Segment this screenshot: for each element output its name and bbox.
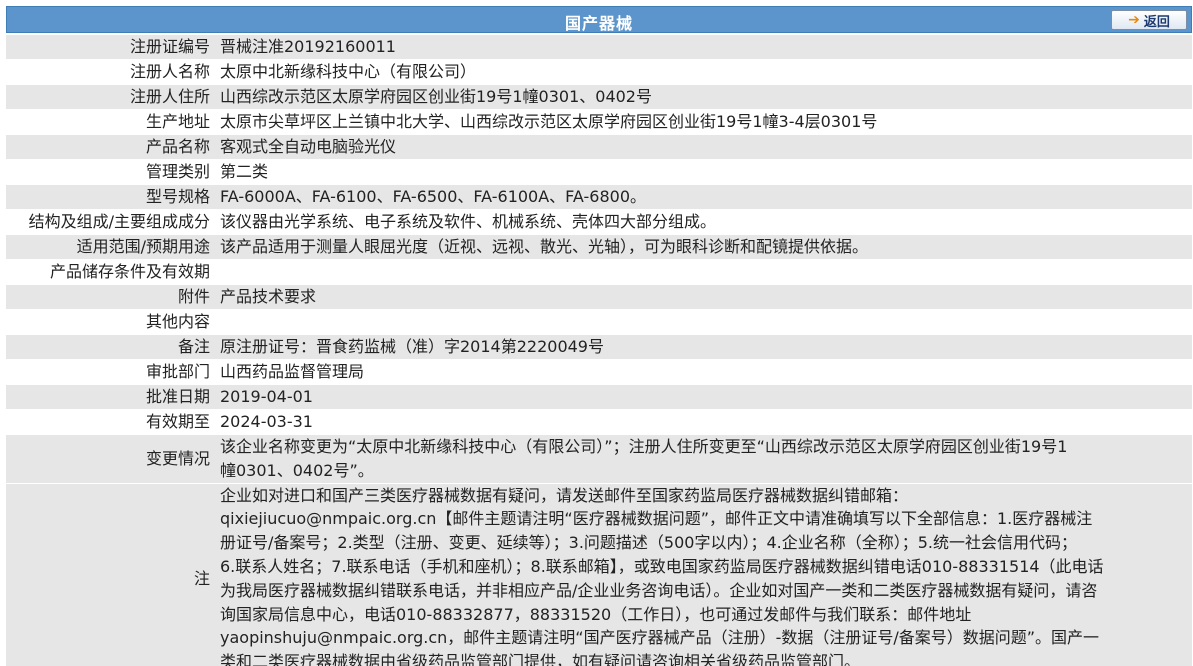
back-button-label: 返回 [1143,14,1170,30]
field-label: 附件 [6,285,215,309]
table-row: 生产地址 太原市尖草坪区上兰镇中北大学、山西综改示范区太原学府园区创业街19号1… [6,110,1192,134]
field-label: 注册人名称 [6,60,215,84]
note-line: 册证号/备案号；2.类型（注册、变更、延续等）；3.问题描述（500字以内）；4… [220,533,1077,553]
field-label: 型号规格 [6,185,215,209]
field-label: 备注 [6,335,215,359]
field-value: 第二类 [215,160,1192,184]
table-row: 产品储存条件及有效期 [6,260,1192,284]
note-line: qixiejiucuo@nmpaic.org.cn【邮件主题请注明“医疗器械数据… [220,509,1093,529]
field-value: FA-6000A、FA-6100、FA-6500、FA-6100A、FA-680… [215,185,1192,209]
field-value: 山西药品监督管理局 [215,360,1192,384]
field-label: 变更情况 [6,435,215,483]
note-line: 6.联系人姓名；7.联系电话（手机和座机）；8.联系邮箱】，或致电国家药监局医疗… [220,556,1104,576]
table-row: 产品名称 客观式全自动电脑验光仪 [6,135,1192,159]
field-value: 2019-04-01 [215,385,1192,409]
field-value: 2024-03-31 [215,410,1192,434]
field-label: 管理类别 [6,160,215,184]
change-row: 变更情况 该企业名称变更为“太原中北新缘科技中心（有限公司）”；注册人住所变更至… [6,435,1192,483]
field-value [215,310,1192,334]
field-value: 该仪器由光学系统、电子系统及软件、机械系统、壳体四大部分组成。 [215,210,1192,234]
note-line: 询国家局信息中心，电话010-88332877，88331520（工作日），也可… [220,604,972,624]
field-label: 产品储存条件及有效期 [6,260,215,284]
note-line: 类和二类医疗器械数据由省级药品监管部门提供，如有疑问请咨询相关省级药品监管部门。 [220,652,861,666]
field-label: 注册证编号 [6,35,215,59]
note-line: yaopinshuju@nmpaic.org.cn，邮件主题请注明“国产医疗器械… [220,628,1100,648]
field-value: 该产品适用于测量人眼屈光度（近视、远视、散光、光轴），可为眼科诊断和配镜提供依据… [215,235,1192,259]
page: 国产器械 ➔ 返回 注册证编号 晋械注准20192160011 注册人名称 太原… [0,0,1193,666]
field-value: 产品技术要求 [215,285,1192,309]
table-row: 注册人住所 山西综改示范区太原学府园区创业街19号1幢0301、0402号 [6,85,1192,109]
field-label: 其他内容 [6,310,215,334]
field-value: 晋械注准20192160011 [215,35,1192,59]
table-row: 其他内容 [6,310,1192,334]
table-row: 备注 原注册证号：晋食药监械（准）字2014第2220049号 [6,335,1192,359]
field-value: 原注册证号：晋食药监械（准）字2014第2220049号 [215,335,1192,359]
field-value: 太原市尖草坪区上兰镇中北大学、山西综改示范区太原学府园区创业街19号1幢3-4层… [215,110,1192,134]
table-row: 有效期至 2024-03-31 [6,410,1192,434]
field-label: 注册人住所 [6,85,215,109]
table-row: 注册证编号 晋械注准20192160011 [6,35,1192,59]
field-label: 审批部门 [6,360,215,384]
table-row: 适用范围/预期用途 该产品适用于测量人眼屈光度（近视、远视、散光、光轴），可为眼… [6,235,1192,259]
table-row: 附件 产品技术要求 [6,285,1192,309]
table-row: 管理类别 第二类 [6,160,1192,184]
table-row: 审批部门 山西药品监督管理局 [6,360,1192,384]
field-label: 批准日期 [6,385,215,409]
table-row: 批准日期 2019-04-01 [6,385,1192,409]
field-value: 山西综改示范区太原学府园区创业街19号1幢0301、0402号 [215,85,1192,109]
field-label: 有效期至 [6,410,215,434]
page-title: 国产器械 [564,14,633,33]
table-row: 型号规格 FA-6000A、FA-6100、FA-6500、FA-6100A、F… [6,185,1192,209]
table-row: 结构及组成/主要组成成分 该仪器由光学系统、电子系统及软件、机械系统、壳体四大部… [6,210,1192,234]
change-line: 幢0301、0402号”。 [220,460,374,480]
change-line: 该企业名称变更为“太原中北新缘科技中心（有限公司）”；注册人住所变更至“山西综改… [220,437,1068,456]
note-line: 企业如对进口和国产三类医疗器械数据有疑问，请发送邮件至国家药监局医疗器械数据纠错… [220,485,909,505]
note-text: 企业如对进口和国产三类医疗器械数据有疑问，请发送邮件至国家药监局医疗器械数据纠错… [215,483,1192,666]
field-value: 太原中北新缘科技中心（有限公司） [215,60,1192,84]
table-row: 注册人名称 太原中北新缘科技中心（有限公司） [6,60,1192,84]
field-value [215,260,1192,284]
field-value: 客观式全自动电脑验光仪 [215,135,1192,159]
back-button[interactable]: ➔ 返回 [1111,10,1187,30]
page-header: 国产器械 ➔ 返回 [6,6,1192,33]
note-row: 注 企业如对进口和国产三类医疗器械数据有疑问，请发送邮件至国家药监局医疗器械数据… [6,483,1192,666]
detail-table: 注册证编号 晋械注准20192160011 注册人名称 太原中北新缘科技中心（有… [6,35,1192,666]
change-text: 该企业名称变更为“太原中北新缘科技中心（有限公司）”；注册人住所变更至“山西综改… [215,435,1192,483]
field-label: 产品名称 [6,135,215,159]
note-line: 为我局医疗器械数据纠错联系电话，并非相应产品/企业业务咨询电话）。企业如对国产一… [220,580,1098,600]
field-label: 结构及组成/主要组成成分 [6,210,215,234]
field-label: 适用范围/预期用途 [6,235,215,259]
field-label: 注 [6,483,215,666]
arrow-right-icon: ➔ [1128,12,1140,28]
field-label: 生产地址 [6,110,215,134]
